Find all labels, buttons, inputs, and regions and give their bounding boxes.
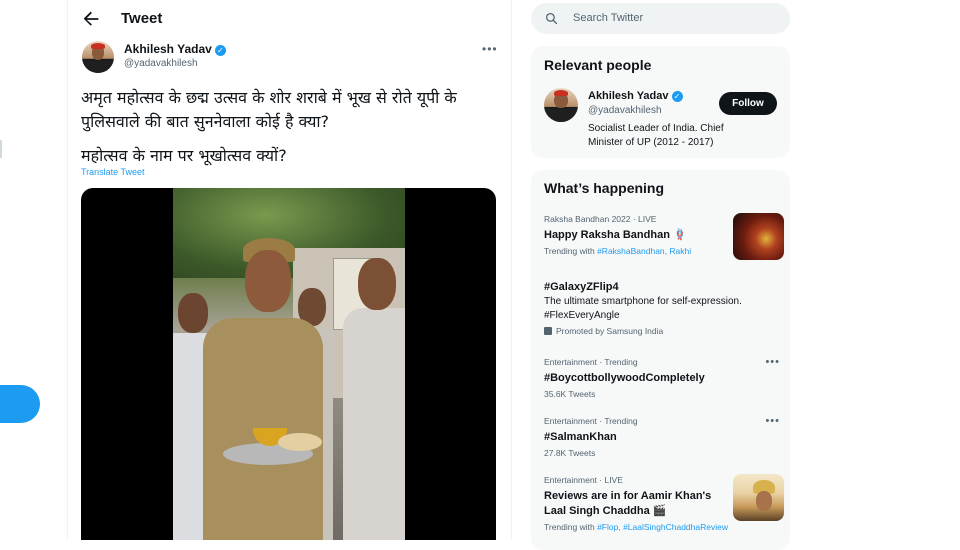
left-edge-divider	[0, 140, 2, 158]
video-frame	[173, 188, 405, 540]
follow-button[interactable]: Follow	[719, 92, 777, 115]
trend-context: Trending with #Flop, #LaalSinghChaddhaRe…	[544, 521, 784, 534]
trend-title: #GalaxyZFlip4	[544, 281, 619, 293]
trend-meta: Entertainment · Trending	[544, 416, 638, 426]
promoted-text: Promoted by Samsung India	[556, 326, 664, 336]
more-icon[interactable]: •••	[765, 356, 780, 368]
author-name[interactable]: Akhilesh Yadav ✓	[124, 42, 226, 56]
trend-item[interactable]: Entertainment · LIVE Reviews are in for …	[544, 474, 784, 534]
search-input[interactable]: Search Twitter	[573, 12, 643, 24]
author-handle[interactable]: @yadavakhilesh	[124, 58, 198, 69]
trend-hashtag-link[interactable]: #RakshaBandhan, Rakhi	[597, 246, 691, 256]
sidebar-column: Search Twitter Relevant people Akhilesh …	[531, 0, 790, 550]
trend-meta: Entertainment · Trending	[544, 357, 638, 367]
tweet-text-second-line: महोत्सव के नाम पर भूखोत्सव क्यों?	[81, 146, 287, 165]
tweet-compose-button[interactable]	[0, 385, 40, 423]
trend-description: The ultimate smartphone for self-express…	[544, 296, 742, 321]
relevant-person-bio: Socialist Leader of India. Chief Ministe…	[588, 123, 724, 148]
more-icon[interactable]: •••	[482, 42, 498, 56]
trend-title: Reviews are in for Aamir Khan's Laal Sin…	[544, 490, 712, 517]
translate-tweet-link[interactable]: Translate Tweet	[81, 167, 145, 177]
whats-happening-title: What’s happening	[544, 180, 665, 196]
search-icon	[545, 12, 558, 25]
verified-badge-icon: ✓	[671, 91, 683, 102]
whats-happening-card: What’s happening Raksha Bandhan 2022 · L…	[531, 170, 790, 550]
trend-item[interactable]: Entertainment · Trending #Boycottbollywo…	[544, 356, 784, 400]
tweet-header: Tweet	[68, 0, 511, 38]
promoted-icon	[544, 327, 552, 335]
back-arrow-icon[interactable]	[80, 8, 102, 30]
author-name-text[interactable]: Akhilesh Yadav	[124, 42, 212, 56]
search-bar[interactable]: Search Twitter	[531, 3, 790, 34]
tweet-count: 27.8K Tweets	[544, 448, 596, 458]
relevant-person-name[interactable]: Akhilesh Yadav ✓	[588, 90, 683, 102]
promoted-label: Promoted by Samsung India	[544, 325, 784, 337]
trend-title: #BoycottbollywoodCompletely	[544, 372, 705, 384]
relevant-person-name-text[interactable]: Akhilesh Yadav	[588, 90, 669, 102]
main-column: Tweet Akhilesh Yadav ✓ @yadavakhilesh •••…	[67, 0, 512, 540]
trend-thumbnail	[733, 213, 784, 260]
relevant-person-handle[interactable]: @yadavakhilesh	[588, 105, 662, 116]
trend-thumbnail	[733, 474, 784, 521]
relevant-people-title: Relevant people	[544, 57, 652, 73]
verified-badge-icon: ✓	[214, 45, 226, 56]
promoted-trend-item[interactable]: #GalaxyZFlip4 The ultimate smartphone fo…	[544, 280, 784, 337]
trend-context-prefix: Trending with	[544, 522, 598, 532]
trend-hashtag-link[interactable]: #Flop, #LaalSinghChaddhaReview	[597, 522, 728, 532]
relevant-person-avatar[interactable]	[544, 88, 578, 122]
tweet-video[interactable]	[81, 188, 496, 540]
trend-item[interactable]: Entertainment · Trending #SalmanKhan 27.…	[544, 415, 784, 459]
relevant-people-card: Relevant people Akhilesh Yadav ✓ @yadavak…	[531, 46, 790, 158]
tweet-text: अमृत महोत्सव के छद्म उत्सव के शोर शराबे …	[81, 88, 457, 131]
page-title: Tweet	[121, 10, 163, 27]
more-icon[interactable]: •••	[765, 415, 780, 427]
tweet-count: 35.6K Tweets	[544, 389, 596, 399]
trend-item[interactable]: Raksha Bandhan 2022 · LIVE Happy Raksha …	[544, 213, 784, 260]
author-avatar[interactable]	[82, 41, 114, 73]
trend-title: #SalmanKhan	[544, 431, 617, 443]
trend-context-prefix: Trending with	[544, 246, 598, 256]
